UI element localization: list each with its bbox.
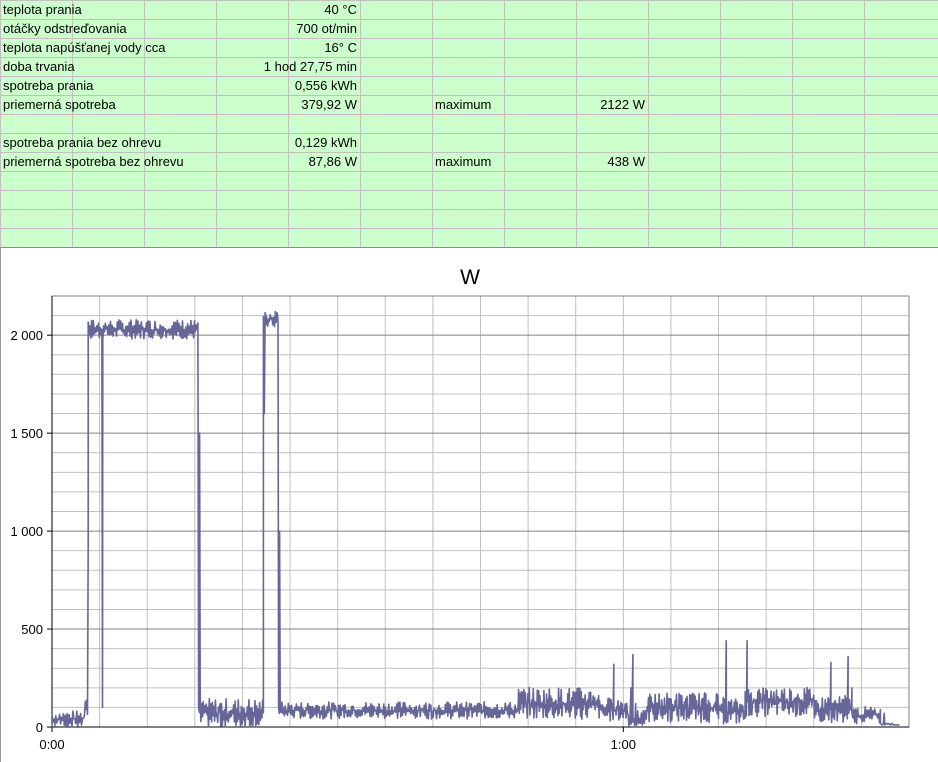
power-chart: W 0 500 1 000 1 500 2 000 0:00 1:00 — [10, 266, 910, 752]
sheet-value-cell[interactable]: 0,129 kWh — [144, 134, 357, 152]
spreadsheet-area: teplota prania 40 °C otáčky odstreďovania 7… — [0, 0, 938, 247]
sheet-label-cell[interactable]: priemerná spotreba — [3, 96, 116, 114]
y-tick-label: 2 000 — [10, 328, 43, 343]
sheet-value-cell[interactable]: 87,86 W — [144, 153, 357, 171]
y-tick-label: 0 — [36, 720, 43, 735]
sheet-label-cell[interactable]: teplota prania — [3, 1, 82, 19]
sheet-maximum-label-cell[interactable]: maximum — [435, 153, 491, 171]
sheet-value-cell[interactable]: 16° C — [144, 39, 357, 57]
chart-title: W — [460, 266, 480, 289]
y-tick-label: 1 500 — [10, 426, 43, 441]
x-tick-label: 0:00 — [39, 737, 64, 752]
sheet-value-cell[interactable]: 700 ot/min — [144, 20, 357, 38]
x-tick-label: 1:00 — [611, 737, 636, 752]
sheet-value-cell[interactable] — [144, 115, 357, 133]
sheet-label-cell[interactable]: doba trvania — [3, 58, 75, 76]
sheet-maximum-label-cell[interactable]: maximum — [435, 96, 491, 114]
sheet-value-cell[interactable]: 0,556 kWh — [144, 77, 357, 95]
sheet-label-cell[interactable]: spotreba prania — [3, 77, 93, 95]
sheet-maximum-value-cell[interactable]: 2122 W — [504, 96, 645, 114]
sheet-label-cell[interactable]: teplota napúšťanej vody cca — [3, 39, 165, 57]
spreadsheet-gridlines — [0, 0, 938, 247]
sheet-value-cell[interactable]: 40 °C — [144, 1, 357, 19]
y-tick-label: 1 000 — [10, 524, 43, 539]
sheet-label-cell[interactable]: spotreba prania bez ohrevu — [3, 134, 161, 152]
y-tick-label: 500 — [21, 622, 43, 637]
sheet-maximum-value-cell[interactable]: 438 W — [504, 153, 645, 171]
chart-area[interactable]: W 0 500 1 000 1 500 2 000 0:00 1:00 — [0, 247, 938, 762]
sheet-label-cell[interactable]: otáčky odstreďovania — [3, 20, 127, 38]
sheet-value-cell[interactable]: 1 hod 27,75 min — [144, 58, 357, 76]
sheet-value-cell[interactable]: 379,92 W — [144, 96, 357, 114]
